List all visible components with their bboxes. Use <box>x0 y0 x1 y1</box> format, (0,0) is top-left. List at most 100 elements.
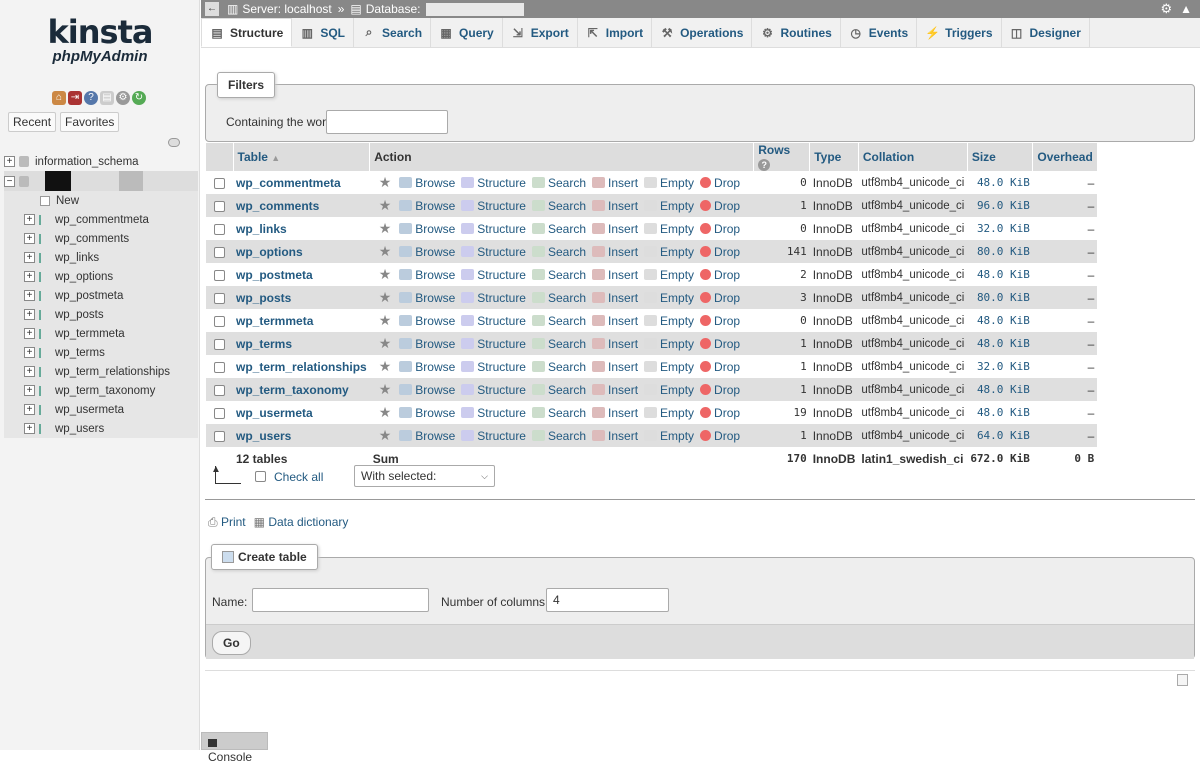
action-label[interactable]: Structure <box>477 314 526 328</box>
action-structure[interactable]: Structure <box>461 268 526 282</box>
header-table[interactable]: Table ▲ <box>233 143 371 171</box>
action-label[interactable]: Drop <box>714 268 740 282</box>
tree-table-label[interactable]: wp_postmeta <box>55 290 123 302</box>
action-label[interactable]: Structure <box>477 199 526 213</box>
action-browse[interactable]: Browse <box>399 268 455 282</box>
action-drop[interactable]: Drop <box>700 176 740 190</box>
action-label[interactable]: Browse <box>415 222 455 236</box>
favorite-star-icon[interactable]: ★ <box>379 197 392 213</box>
header-size[interactable]: Size <box>967 143 1034 171</box>
console-toggle[interactable]: Console <box>201 732 268 764</box>
tab-import[interactable]: ⇱ Import <box>577 18 653 47</box>
go-button[interactable]: Go <box>212 631 251 655</box>
action-search[interactable]: Search <box>531 383 586 397</box>
action-label[interactable]: Insert <box>608 314 638 328</box>
tree-db-selected[interactable]: − <box>4 171 198 191</box>
tree-new-label[interactable]: New <box>56 195 79 207</box>
tree-table-item[interactable]: + wp_users <box>4 419 198 438</box>
favorite-star-icon[interactable]: ★ <box>379 335 392 351</box>
settings-icon[interactable]: ⚙ <box>116 91 130 105</box>
table-name-link[interactable]: wp_usermeta <box>236 406 313 420</box>
tab-events[interactable]: ◷ Events <box>840 18 918 47</box>
action-label[interactable]: Search <box>548 383 586 397</box>
action-label[interactable]: Insert <box>608 245 638 259</box>
favorite-star-icon[interactable]: ★ <box>379 381 392 397</box>
favorite-star-icon[interactable]: ★ <box>379 289 392 305</box>
tree-table-label[interactable]: wp_posts <box>55 309 104 321</box>
size-cell[interactable]: 48.0 KiB <box>967 263 1033 286</box>
action-insert[interactable]: Insert <box>592 245 638 259</box>
favorite-star-icon[interactable]: ★ <box>379 404 392 420</box>
header-overhead[interactable]: Overhead <box>1032 143 1098 171</box>
action-label[interactable]: Browse <box>415 360 455 374</box>
size-cell[interactable]: 64.0 KiB <box>967 424 1033 447</box>
action-browse[interactable]: Browse <box>399 314 455 328</box>
filter-input[interactable] <box>326 110 448 134</box>
action-insert[interactable]: Insert <box>592 360 638 374</box>
data-dictionary-label[interactable]: Data dictionary <box>268 515 348 529</box>
header-table-label[interactable]: Table <box>238 150 268 164</box>
columns-input[interactable] <box>546 588 669 612</box>
size-cell[interactable]: 48.0 KiB <box>967 332 1033 355</box>
tree-table-label[interactable]: wp_term_taxonomy <box>55 385 155 397</box>
action-search[interactable]: Search <box>531 245 586 259</box>
tab-label[interactable]: Export <box>531 26 569 40</box>
action-label[interactable]: Browse <box>415 337 455 351</box>
action-structure[interactable]: Structure <box>461 176 526 190</box>
action-browse[interactable]: Browse <box>399 406 455 420</box>
action-insert[interactable]: Insert <box>592 222 638 236</box>
action-browse[interactable]: Browse <box>399 383 455 397</box>
action-empty[interactable]: Empty <box>644 222 694 236</box>
action-label[interactable]: Insert <box>608 291 638 305</box>
tab-label[interactable]: Designer <box>1030 26 1081 40</box>
row-checkbox[interactable] <box>214 292 225 304</box>
collapse-icon[interactable]: − <box>4 175 15 187</box>
action-label[interactable]: Structure <box>477 337 526 351</box>
action-label[interactable]: Insert <box>608 429 638 443</box>
tab-routines[interactable]: ⚙ Routines <box>752 18 841 47</box>
expand-icon[interactable]: + <box>24 423 35 434</box>
row-checkbox[interactable] <box>214 430 225 442</box>
action-browse[interactable]: Browse <box>399 199 455 213</box>
gear-icon[interactable]: ⚙ <box>1160 1 1172 17</box>
action-label[interactable]: Insert <box>608 176 638 190</box>
expand-icon[interactable]: + <box>24 385 35 396</box>
action-search[interactable]: Search <box>531 337 586 351</box>
recent-button[interactable]: Recent <box>8 112 57 132</box>
reload-icon[interactable]: ↻ <box>132 91 146 105</box>
expand-icon[interactable]: + <box>24 366 35 377</box>
action-empty[interactable]: Empty <box>644 383 694 397</box>
header-type[interactable]: Type <box>809 143 859 171</box>
action-search[interactable]: Search <box>531 268 586 282</box>
action-label[interactable]: Structure <box>477 176 526 190</box>
action-label[interactable]: Search <box>548 199 586 213</box>
action-label[interactable]: Structure <box>477 222 526 236</box>
action-insert[interactable]: Insert <box>592 268 638 282</box>
action-search[interactable]: Search <box>531 314 586 328</box>
action-label[interactable]: Drop <box>714 245 740 259</box>
action-label[interactable]: Structure <box>477 406 526 420</box>
expand-icon[interactable]: + <box>24 328 35 339</box>
tree-table-item[interactable]: + wp_usermeta <box>4 400 198 419</box>
favorite-star-icon[interactable]: ★ <box>379 358 392 374</box>
tree-table-item[interactable]: + wp_termmeta <box>4 324 198 343</box>
tab-label[interactable]: Import <box>606 26 643 40</box>
row-checkbox[interactable] <box>214 384 225 396</box>
action-label[interactable]: Empty <box>660 245 694 259</box>
tab-label[interactable]: SQL <box>320 26 345 40</box>
action-search[interactable]: Search <box>531 176 586 190</box>
tree-table-item[interactable]: + wp_comments <box>4 229 198 248</box>
action-drop[interactable]: Drop <box>700 360 740 374</box>
header-rows-label[interactable]: Rows <box>758 143 790 157</box>
expand-icon[interactable]: + <box>24 347 35 358</box>
console-label[interactable]: Console <box>208 750 252 764</box>
action-label[interactable]: Search <box>548 245 586 259</box>
logo[interactable]: kinsta phpMyAdmin <box>0 14 200 65</box>
action-search[interactable]: Search <box>531 360 586 374</box>
action-label[interactable]: Browse <box>415 429 455 443</box>
action-label[interactable]: Search <box>548 314 586 328</box>
action-empty[interactable]: Empty <box>644 176 694 190</box>
action-label[interactable]: Browse <box>415 314 455 328</box>
action-label[interactable]: Browse <box>415 268 455 282</box>
tree-table-label[interactable]: wp_termmeta <box>55 328 125 340</box>
